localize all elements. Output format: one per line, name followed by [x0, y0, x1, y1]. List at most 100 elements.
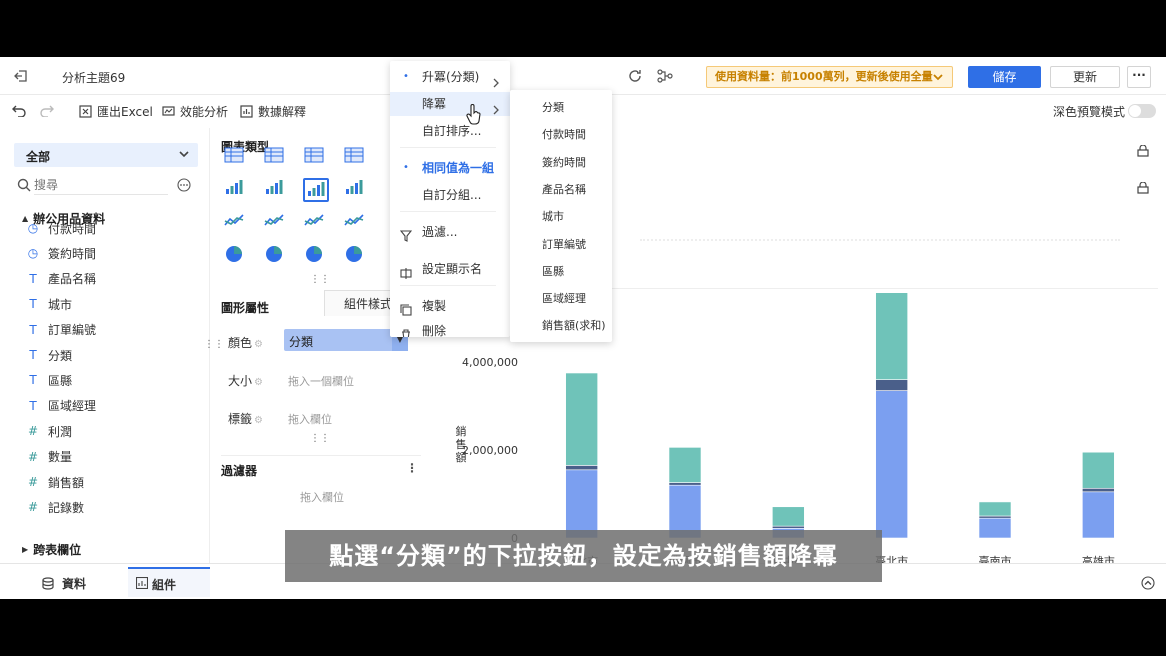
bar-設備 [668, 447, 702, 483]
undo-icon[interactable] [12, 105, 26, 117]
chart-type-rose-icon[interactable] [263, 244, 289, 268]
field-item[interactable]: T 訂單編號 [26, 320, 96, 340]
bar-耗材 [772, 525, 805, 529]
chart-type-stacked-bar-icon[interactable] [303, 178, 329, 202]
submenu-item[interactable]: 城市 [510, 205, 612, 229]
chart-type-scatter-icon[interactable] [343, 244, 369, 268]
text-icon: T [29, 322, 37, 337]
bar-耗材 [565, 465, 598, 471]
performance-label: 效能分析 [180, 105, 229, 119]
back-icon[interactable] [14, 69, 28, 83]
submenu-item[interactable]: 區域經理 [510, 287, 612, 311]
bar-文具 [875, 390, 908, 539]
chart-type-block-icon[interactable] [343, 145, 369, 169]
save-button[interactable]: 儲存 [968, 66, 1041, 88]
menu-item-8[interactable]: 刪除 [390, 319, 510, 337]
chart-type-line-icon[interactable] [223, 211, 249, 235]
export-excel-button[interactable]: 匯出Excel [79, 103, 153, 120]
submenu-item[interactable]: 分類 [510, 96, 612, 120]
chart-type-area-icon[interactable] [343, 211, 369, 235]
page-title: 分析主題69 [62, 71, 126, 85]
size-drop-zone[interactable]: 拖入一個欄位 [288, 373, 354, 389]
chart-type-table-icon[interactable] [223, 145, 249, 169]
chart-type-scatter-line-icon[interactable] [263, 211, 289, 235]
submenu-item[interactable]: 產品名稱 [510, 178, 612, 202]
excel-icon [79, 105, 92, 118]
redo-icon[interactable] [40, 105, 54, 117]
chart-type-horizontal-bar-icon[interactable] [343, 178, 369, 202]
menu-item-3[interactable]: • 相同值為一組 [390, 156, 510, 180]
sort-context-menu: • 升冪(分類) 降冪自訂排序... • 相同值為一組 自訂分組... 過濾... 設定顯示名… [390, 61, 510, 337]
dark-mode-toggle[interactable] [1128, 104, 1156, 118]
more-button[interactable]: ··· [1127, 66, 1151, 88]
field-item[interactable]: ◷ 付款時間 [26, 218, 96, 238]
field-label: 簽約時間 [48, 246, 97, 261]
chart-type-multi-bar-icon[interactable] [263, 178, 289, 202]
menu-item-0[interactable]: • 升冪(分類) [390, 65, 510, 89]
field-label: 產品名稱 [48, 272, 97, 287]
filter-drop-zone[interactable]: 拖入欄位 [300, 489, 344, 505]
menu-item-5[interactable]: 過濾... [390, 220, 510, 244]
drag-handle-icon[interactable]: ⋮⋮ [310, 274, 330, 285]
chart-type-donut-icon[interactable] [303, 244, 329, 268]
field-item[interactable]: # 利潤 [26, 421, 72, 441]
hash-icon: # [27, 449, 39, 464]
submenu-item[interactable]: 訂單編號 [510, 233, 612, 257]
update-button[interactable]: 更新 [1050, 66, 1120, 88]
lock-icon[interactable] [1137, 145, 1149, 157]
chart-type-pie-icon[interactable] [223, 244, 249, 268]
data-explain-button[interactable]: 數據解釋 [240, 103, 306, 120]
bullet-icon: • [403, 162, 409, 173]
field-item[interactable]: T 區縣 [26, 370, 72, 390]
more-options-icon[interactable] [177, 178, 191, 192]
submenu-item[interactable]: 銷售額(求和) [510, 314, 612, 338]
field-item[interactable]: # 銷售額 [26, 472, 84, 492]
submenu-item[interactable]: 付款時間 [510, 123, 612, 147]
submenu-item[interactable]: 簽約時間 [510, 151, 612, 175]
menu-item-7[interactable]: 複製 [390, 294, 510, 318]
tag-drop-zone[interactable]: 拖入欄位 [288, 411, 332, 427]
chart-type-detail-table-icon[interactable] [303, 145, 329, 169]
chart-type-grouped-bar-icon[interactable] [223, 178, 249, 202]
filter-more-icon[interactable]: ⋮ [406, 461, 418, 475]
filter-icon [399, 226, 413, 250]
menu-item-1[interactable]: 降冪 [390, 92, 510, 116]
field-item[interactable]: # 數量 [26, 447, 72, 467]
collapse-up-icon[interactable] [1141, 576, 1155, 590]
field-group-cross[interactable]: ▶ 跨表欄位 [22, 541, 81, 558]
drop-placeholder [640, 239, 1120, 241]
text-icon: T [29, 398, 37, 413]
chart-type-cross-table-icon[interactable] [263, 145, 289, 169]
tab-component[interactable]: 組件 [128, 567, 210, 597]
submenu-item[interactable]: 區縣 [510, 260, 612, 284]
field-item[interactable]: T 區域經理 [26, 396, 96, 416]
field-item[interactable]: ◷ 簽約時間 [26, 243, 96, 263]
field-item[interactable]: T 城市 [26, 294, 72, 314]
filter-title: 過濾器 [221, 464, 258, 478]
gear-icon: ⚙ [254, 377, 263, 388]
chart-type-radar-icon[interactable] [303, 211, 329, 235]
menu-item-label: 複製 [422, 299, 447, 313]
usage-banner[interactable]: 使用資料量：前1000萬列，更新後使用全量 [706, 66, 953, 88]
dataset-select-value: 全部 [26, 150, 51, 164]
menu-item-6[interactable]: 設定顯示名 [390, 257, 510, 281]
dataset-select[interactable]: 全部 [14, 143, 198, 167]
lineage-icon[interactable] [657, 69, 673, 83]
tab-data[interactable]: 資料 [42, 575, 86, 592]
color-field-value: 分類 [289, 335, 314, 349]
text-icon: T [29, 297, 37, 312]
sort-descending-submenu: 分類付款時間簽約時間產品名稱城市訂單編號區縣區域經理銷售額(求和) [510, 90, 612, 342]
app-window: 分析主題69 使用資料量：前1000萬列，更新後使用全量 儲存 更新 ··· 匯… [0, 57, 1166, 599]
field-item[interactable]: # 記錄數 [26, 497, 84, 517]
field-item[interactable]: T 分類 [26, 345, 72, 365]
search-input[interactable] [34, 175, 168, 195]
bar-設備 [978, 501, 1012, 517]
field-item[interactable]: T 產品名稱 [26, 269, 96, 289]
menu-divider [400, 285, 496, 286]
menu-item-4[interactable]: 自訂分組... [390, 183, 510, 207]
performance-analysis-button[interactable]: 效能分析 [162, 103, 228, 120]
menu-item-2[interactable]: 自訂排序... [390, 119, 510, 143]
refresh-icon[interactable] [628, 69, 642, 83]
lock-icon[interactable] [1137, 182, 1149, 194]
drag-handle-icon[interactable]: ⋮⋮ [310, 433, 330, 444]
